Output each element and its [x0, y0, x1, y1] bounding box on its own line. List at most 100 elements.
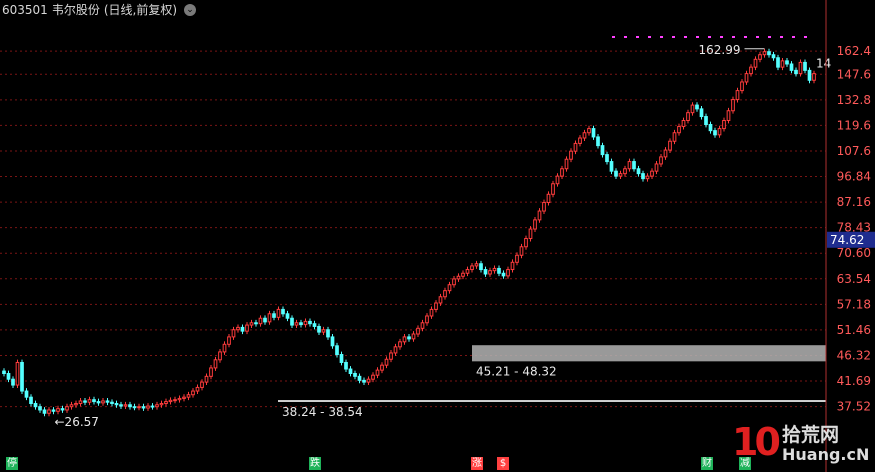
candle-body: [344, 361, 348, 370]
candle: [65, 403, 69, 413]
candle: [119, 401, 123, 409]
candle: [744, 70, 749, 85]
event-marker[interactable]: $: [497, 457, 509, 470]
candle-body: [366, 378, 371, 383]
price-tick-label: 162.4: [837, 44, 871, 58]
candle-body: [339, 354, 344, 363]
candle-body: [632, 161, 636, 170]
price-tick-label: 41.69: [837, 374, 871, 388]
candle-body: [609, 161, 614, 172]
event-marker[interactable]: 跌: [309, 457, 321, 470]
candle: [659, 154, 663, 167]
candle-body: [6, 372, 11, 380]
last-close-label: 14: [816, 57, 831, 71]
candle-body: [560, 168, 564, 177]
candle: [533, 216, 537, 232]
candle-body: [110, 401, 114, 404]
stock-name: 韦尔股份: [51, 3, 100, 17]
candle-body: [209, 367, 213, 377]
candle: [731, 96, 735, 114]
candle: [497, 265, 501, 277]
candle: [83, 398, 87, 406]
candle-body: [722, 119, 726, 130]
candle: [87, 396, 92, 406]
candle-body: [807, 69, 812, 81]
candle: [654, 161, 659, 175]
candle-body: [434, 302, 438, 310]
candle: [191, 388, 195, 398]
event-marker[interactable]: 财: [701, 457, 713, 470]
event-dot: [720, 36, 723, 38]
candle: [11, 376, 15, 388]
candle: [2, 368, 6, 377]
candle-body: [659, 156, 663, 165]
candle-body: [177, 397, 182, 401]
candle-body: [285, 313, 290, 319]
event-marker[interactable]: 停: [6, 457, 18, 470]
candle-body: [11, 378, 15, 386]
price-tick-label: 46.32: [837, 348, 871, 362]
candle: [281, 306, 285, 317]
candle-body: [695, 104, 699, 110]
candle-body: [362, 379, 366, 383]
price-tick-label: 147.6: [837, 67, 871, 81]
event-dot: [660, 36, 663, 38]
candle-body: [785, 60, 789, 65]
candle: [474, 260, 479, 269]
candle: [564, 156, 569, 172]
candle-body: [389, 352, 393, 360]
candle-body: [204, 375, 209, 383]
event-dot: [636, 36, 639, 38]
event-dot: [792, 36, 795, 38]
candle: [272, 310, 276, 321]
candle-body: [488, 270, 492, 275]
candle: [470, 263, 474, 273]
candle-body: [119, 404, 123, 407]
candle-body: [141, 406, 146, 409]
candle-body: [335, 345, 339, 356]
price-tick-label: 132.8: [837, 93, 871, 107]
candle-body: [780, 60, 785, 68]
candle: [137, 403, 141, 411]
candle-body: [245, 324, 249, 332]
candle-body: [686, 112, 690, 121]
candle: [164, 398, 168, 407]
candle-body: [461, 272, 465, 277]
candle-body: [168, 399, 173, 403]
candle: [393, 343, 398, 356]
candle-body: [308, 320, 312, 325]
candle-body: [195, 386, 200, 392]
candle: [812, 70, 816, 84]
event-dot: [732, 36, 735, 38]
candle-body: [555, 175, 560, 185]
chart-annotations: 162.99 ←26.57 14: [55, 43, 832, 429]
candle: [632, 158, 636, 172]
price-range-band: [278, 400, 826, 402]
candle: [789, 61, 794, 74]
candle-body: [371, 374, 375, 380]
candle-body: [713, 130, 717, 136]
candle-body: [150, 405, 155, 408]
chevron-down-icon[interactable]: ⌄: [184, 3, 197, 16]
candle: [587, 125, 591, 136]
candle-body: [546, 193, 551, 204]
candle-body: [452, 278, 456, 286]
candle-body: [137, 406, 141, 409]
candle: [240, 324, 245, 335]
candle-body: [812, 73, 816, 81]
candle-body: [506, 269, 510, 277]
price-tick-label: 119.6: [837, 118, 871, 132]
candle: [780, 57, 785, 71]
price-range-bands: 38.24 - 38.54 45.21 - 48.32: [278, 345, 826, 419]
candle-body: [528, 228, 533, 240]
candle: [645, 173, 650, 182]
candle-body: [789, 63, 794, 71]
event-dot: [684, 36, 687, 38]
candle-body: [24, 390, 29, 398]
event-marker[interactable]: 涨: [471, 457, 483, 470]
candle-body: [753, 58, 758, 68]
candle: [42, 407, 47, 417]
candle-body: [668, 140, 672, 151]
candle-body: [803, 61, 807, 71]
candle: [569, 148, 573, 163]
